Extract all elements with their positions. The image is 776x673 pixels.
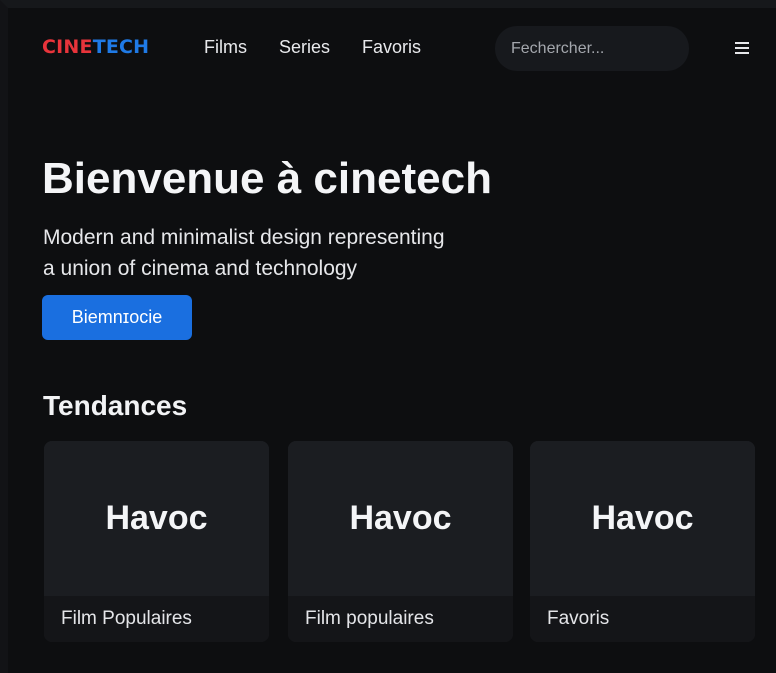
top-navbar: CINETECH Films Series Favoris [8, 8, 776, 90]
movie-card[interactable]: Havoc Film populaires [288, 441, 513, 642]
hero-subtitle-line1: Modern and minimalist design representin… [43, 226, 445, 249]
movie-card-caption: Film Populaires [44, 596, 269, 642]
movie-card-poster: Havoc [530, 441, 755, 596]
movie-card[interactable]: Havoc Favoris [530, 441, 755, 642]
main-nav: Films Series Favoris [204, 37, 421, 58]
hero-title: Bienvenue à cinetech [42, 154, 492, 203]
movie-card-title: Havoc [349, 499, 452, 537]
nav-link-series[interactable]: Series [279, 37, 330, 58]
movie-card-poster: Havoc [44, 441, 269, 596]
nav-link-favoris[interactable]: Favoris [362, 37, 421, 58]
app-frame: CINETECH Films Series Favoris Bienvenue … [0, 0, 776, 673]
trending-section-title: Tendances [43, 390, 188, 421]
hamburger-menu-icon[interactable] [732, 38, 752, 58]
hero-subtitle-line2: a union of cinema and technology [43, 257, 358, 280]
search-input[interactable] [495, 26, 689, 71]
movie-card-caption: Film populaires [288, 596, 513, 642]
movie-card-poster: Havoc [288, 441, 513, 596]
cinetech-logo[interactable]: CINETECH [42, 36, 149, 58]
movie-card[interactable]: Havoc Film Populaires [44, 441, 269, 642]
nav-link-films[interactable]: Films [204, 37, 247, 58]
hero-cta-button[interactable]: Biemnɪocie [42, 295, 192, 340]
logo-tech-text: TECH [92, 36, 150, 58]
movie-card-title: Havoc [105, 499, 208, 537]
hero-subtitle: Modern and minimalist design representin… [43, 222, 503, 284]
movie-card-title: Havoc [591, 499, 694, 537]
logo-cine-text: CINE [42, 36, 93, 58]
movie-card-caption: Favoris [530, 596, 755, 642]
